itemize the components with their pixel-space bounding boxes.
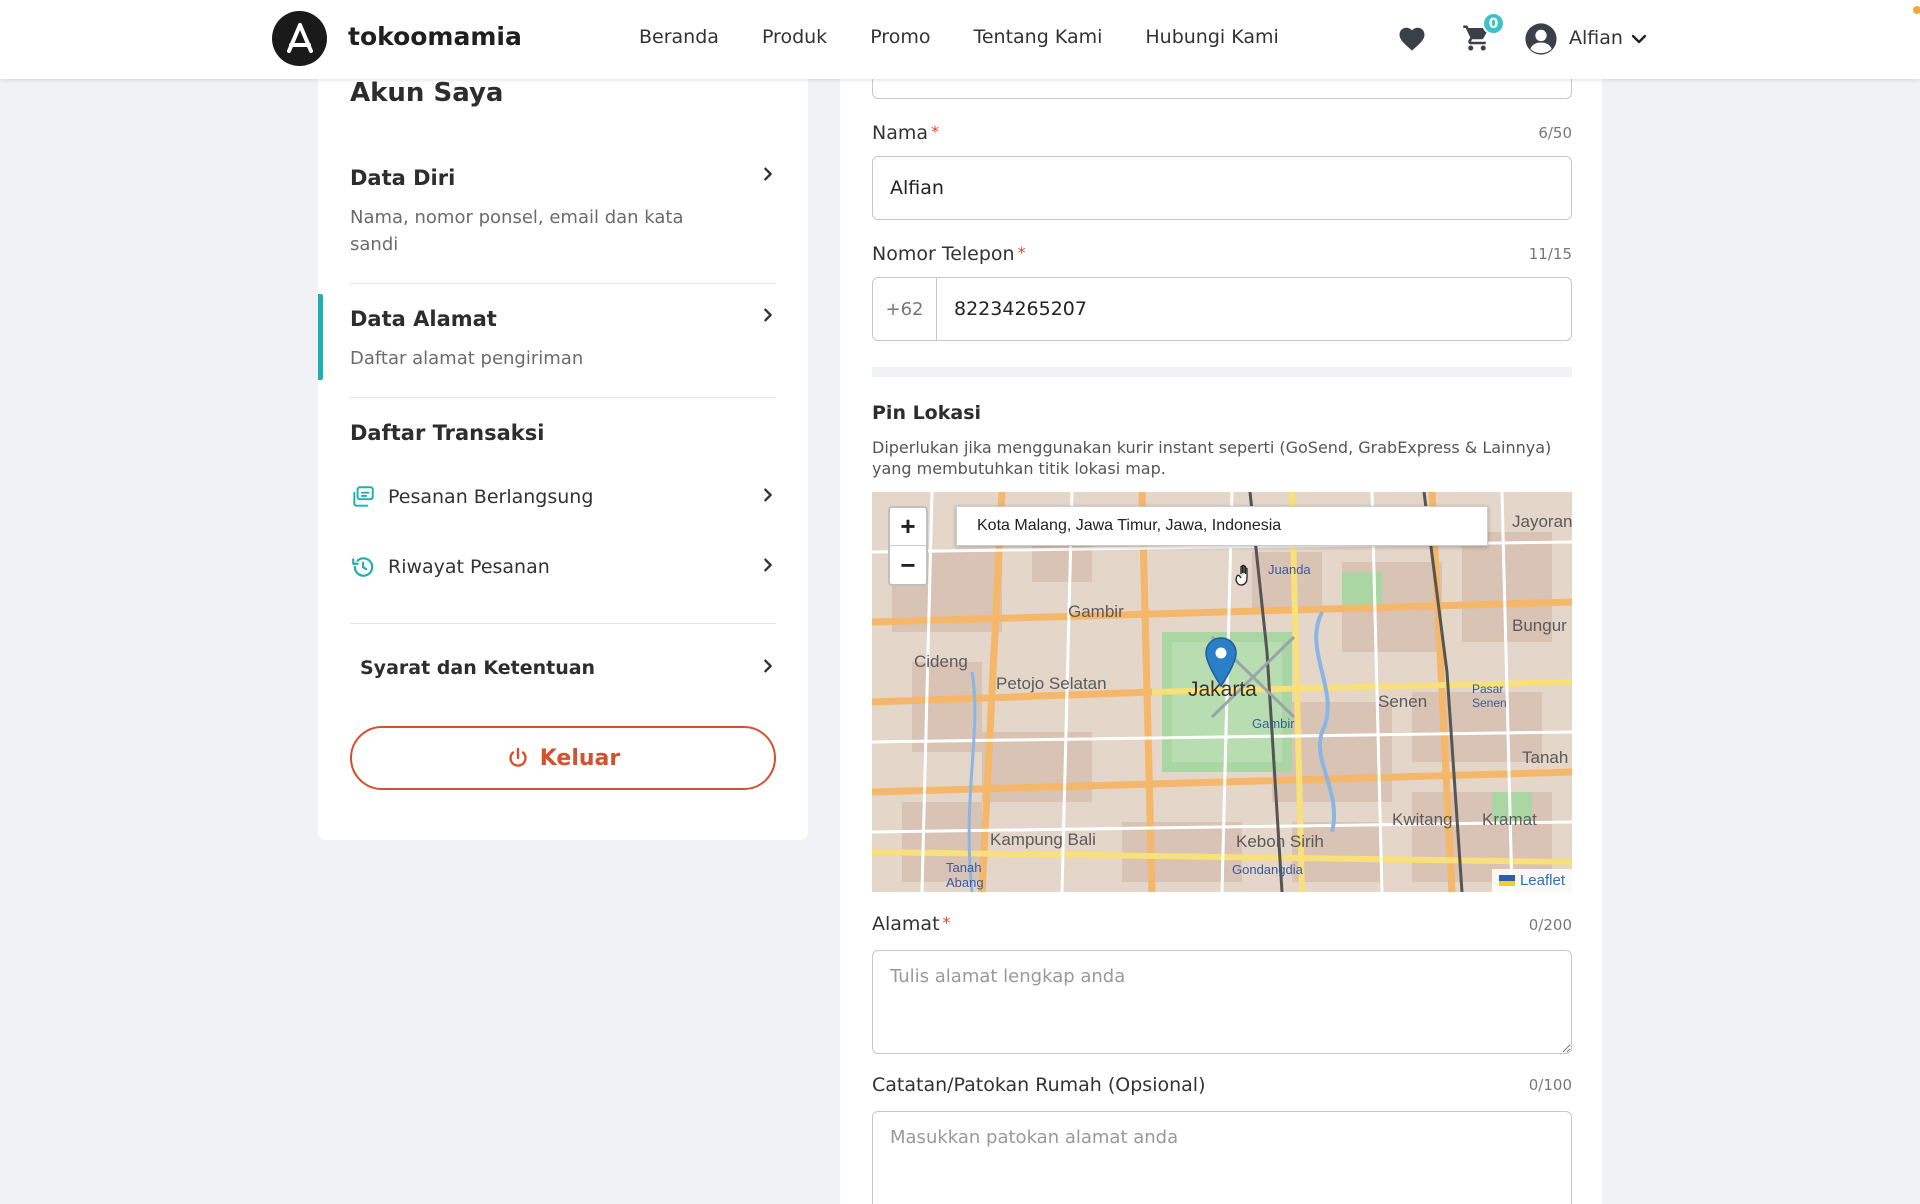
pesanan-berlangsung-label: Pesanan Berlangsung bbox=[388, 486, 594, 508]
map-label: Bungur bbox=[1512, 616, 1567, 635]
map-label: Gambir bbox=[1068, 602, 1124, 621]
divider bbox=[350, 283, 776, 284]
telepon-input[interactable]: +62 82234265207 bbox=[872, 277, 1572, 341]
sidebar-item-syarat[interactable]: Syarat dan Ketentuan bbox=[360, 657, 595, 679]
catatan-label: Catatan/Patokan Rumah (Opsional) bbox=[872, 1074, 1206, 1096]
zoom-out-button[interactable]: − bbox=[890, 546, 926, 584]
nav-promo[interactable]: Promo bbox=[870, 26, 930, 48]
cart-count-badge: 0 bbox=[1482, 12, 1505, 35]
top-header: tokoomamia Beranda Produk Promo Tentang … bbox=[0, 0, 1920, 79]
data-alamat-title: Data Alamat bbox=[350, 307, 497, 331]
divider bbox=[350, 623, 776, 624]
alamat-label: Alamat * bbox=[872, 913, 951, 935]
data-diri-desc: Nama, nomor ponsel, email dan kata sandi bbox=[350, 207, 684, 255]
section-separator bbox=[872, 367, 1572, 377]
nama-value: Alfian bbox=[890, 177, 944, 199]
telepon-label: Nomor Telepon * bbox=[872, 243, 1026, 265]
map-label: Tanah bbox=[1522, 748, 1569, 767]
chevron-right-icon bbox=[764, 558, 772, 572]
logo-icon bbox=[286, 22, 313, 53]
map-label: Jayoran bbox=[1512, 512, 1572, 531]
nama-input[interactable]: Alfian bbox=[872, 156, 1572, 220]
transaksi-heading-section: Daftar Transaksi bbox=[350, 421, 776, 445]
ongoing-orders-icon bbox=[353, 486, 374, 507]
nav-tentang-kami[interactable]: Tentang Kami bbox=[973, 26, 1102, 48]
nav-hubungi-kami[interactable]: Hubungi Kami bbox=[1145, 26, 1278, 48]
sidebar-title: Akun Saya bbox=[350, 78, 504, 108]
transaksi-title: Daftar Transaksi bbox=[350, 421, 545, 445]
address-form: Nama * 6/50 Alfian Nomor Telepon * 11/15 +… bbox=[840, 40, 1602, 1204]
divider bbox=[350, 397, 776, 398]
pin-lokasi-title: Pin Lokasi bbox=[872, 402, 982, 424]
map-search-input[interactable]: Kota Malang, Jawa Timur, Jawa, Indonesia bbox=[956, 506, 1488, 546]
map-label: Kramat bbox=[1482, 810, 1537, 829]
map-label: Gondangdia bbox=[1232, 862, 1303, 877]
nav-produk[interactable]: Produk bbox=[762, 26, 827, 48]
location-map[interactable]: Gambir Cideng Petojo Selatan Jakarta Gam… bbox=[872, 492, 1572, 892]
data-alamat-desc: Daftar alamat pengiriman bbox=[350, 348, 584, 369]
chevron-right-icon bbox=[764, 308, 772, 322]
user-name[interactable]: Alfian bbox=[1569, 27, 1623, 49]
user-avatar-icon[interactable] bbox=[1524, 22, 1558, 56]
brand-name[interactable]: tokoomamia bbox=[348, 22, 522, 51]
telepon-counter: 11/15 bbox=[1528, 245, 1572, 263]
account-sidebar: Akun Saya Data Diri Nama, nomor ponsel, … bbox=[318, 40, 808, 840]
history-icon bbox=[352, 557, 374, 577]
catatan-counter: 0/100 bbox=[1528, 1076, 1572, 1094]
sidebar-item-data-diri[interactable]: Data Diri Nama, nomor ponsel, email dan … bbox=[350, 166, 776, 258]
heart-icon[interactable] bbox=[1397, 24, 1427, 54]
map-attribution[interactable]: Leaflet bbox=[1491, 869, 1572, 892]
sidebar-item-pesanan-berlangsung[interactable]: Pesanan Berlangsung bbox=[350, 480, 776, 514]
map-label: Cideng bbox=[914, 652, 968, 671]
chevron-right-icon bbox=[764, 488, 772, 502]
alamat-counter: 0/200 bbox=[1528, 916, 1572, 934]
map-label: Gambir bbox=[1252, 716, 1295, 731]
sidebar-item-data-alamat[interactable]: Data Alamat Daftar alamat pengiriman bbox=[350, 307, 776, 372]
brand-logo[interactable] bbox=[272, 11, 327, 66]
logout-button[interactable]: Keluar bbox=[350, 726, 776, 790]
country-code-prefix: +62 bbox=[873, 278, 937, 340]
pin-lokasi-desc: Diperlukan jika menggunakan kurir instan… bbox=[872, 438, 1552, 478]
chevron-right-icon bbox=[764, 659, 772, 673]
map-label: Pasar Senen bbox=[1472, 682, 1507, 710]
catatan-textarea[interactable] bbox=[872, 1111, 1572, 1204]
map-label: Kwitang bbox=[1392, 810, 1453, 829]
map-zoom-control: + − bbox=[888, 506, 928, 586]
sidebar-item-riwayat-pesanan[interactable]: Riwayat Pesanan bbox=[350, 550, 776, 584]
map-label: Petojo Selatan bbox=[996, 674, 1107, 693]
chevron-down-icon[interactable] bbox=[1630, 30, 1648, 48]
map-label: Kampung Bali bbox=[990, 830, 1096, 849]
riwayat-pesanan-label: Riwayat Pesanan bbox=[388, 556, 550, 578]
map-pin-icon[interactable] bbox=[1204, 636, 1238, 690]
map-label: Juanda bbox=[1268, 562, 1311, 577]
chevron-right-icon bbox=[764, 167, 772, 181]
main-nav: Beranda Produk Promo Tentang Kami Hubung… bbox=[639, 26, 1279, 48]
nama-label: Nama * bbox=[872, 122, 940, 144]
telepon-value: 82234265207 bbox=[954, 298, 1087, 320]
active-indicator bbox=[318, 294, 323, 380]
nav-beranda[interactable]: Beranda bbox=[639, 26, 719, 48]
leaflet-link[interactable]: Leaflet bbox=[1520, 872, 1565, 889]
notification-dot bbox=[1913, 6, 1920, 14]
zoom-in-button[interactable]: + bbox=[890, 508, 926, 546]
alamat-textarea[interactable] bbox=[872, 950, 1572, 1054]
data-diri-title: Data Diri bbox=[350, 166, 456, 190]
power-icon bbox=[509, 747, 527, 767]
map-label: Senen bbox=[1378, 692, 1428, 711]
hand-cursor-icon bbox=[1235, 564, 1248, 586]
ukraine-flag-icon bbox=[1498, 875, 1515, 886]
logout-label: Keluar bbox=[539, 745, 621, 771]
nama-counter: 6/50 bbox=[1538, 124, 1572, 142]
map-label: Tanah Abang bbox=[946, 860, 984, 890]
map-label: Kebon Sirih bbox=[1236, 832, 1324, 851]
